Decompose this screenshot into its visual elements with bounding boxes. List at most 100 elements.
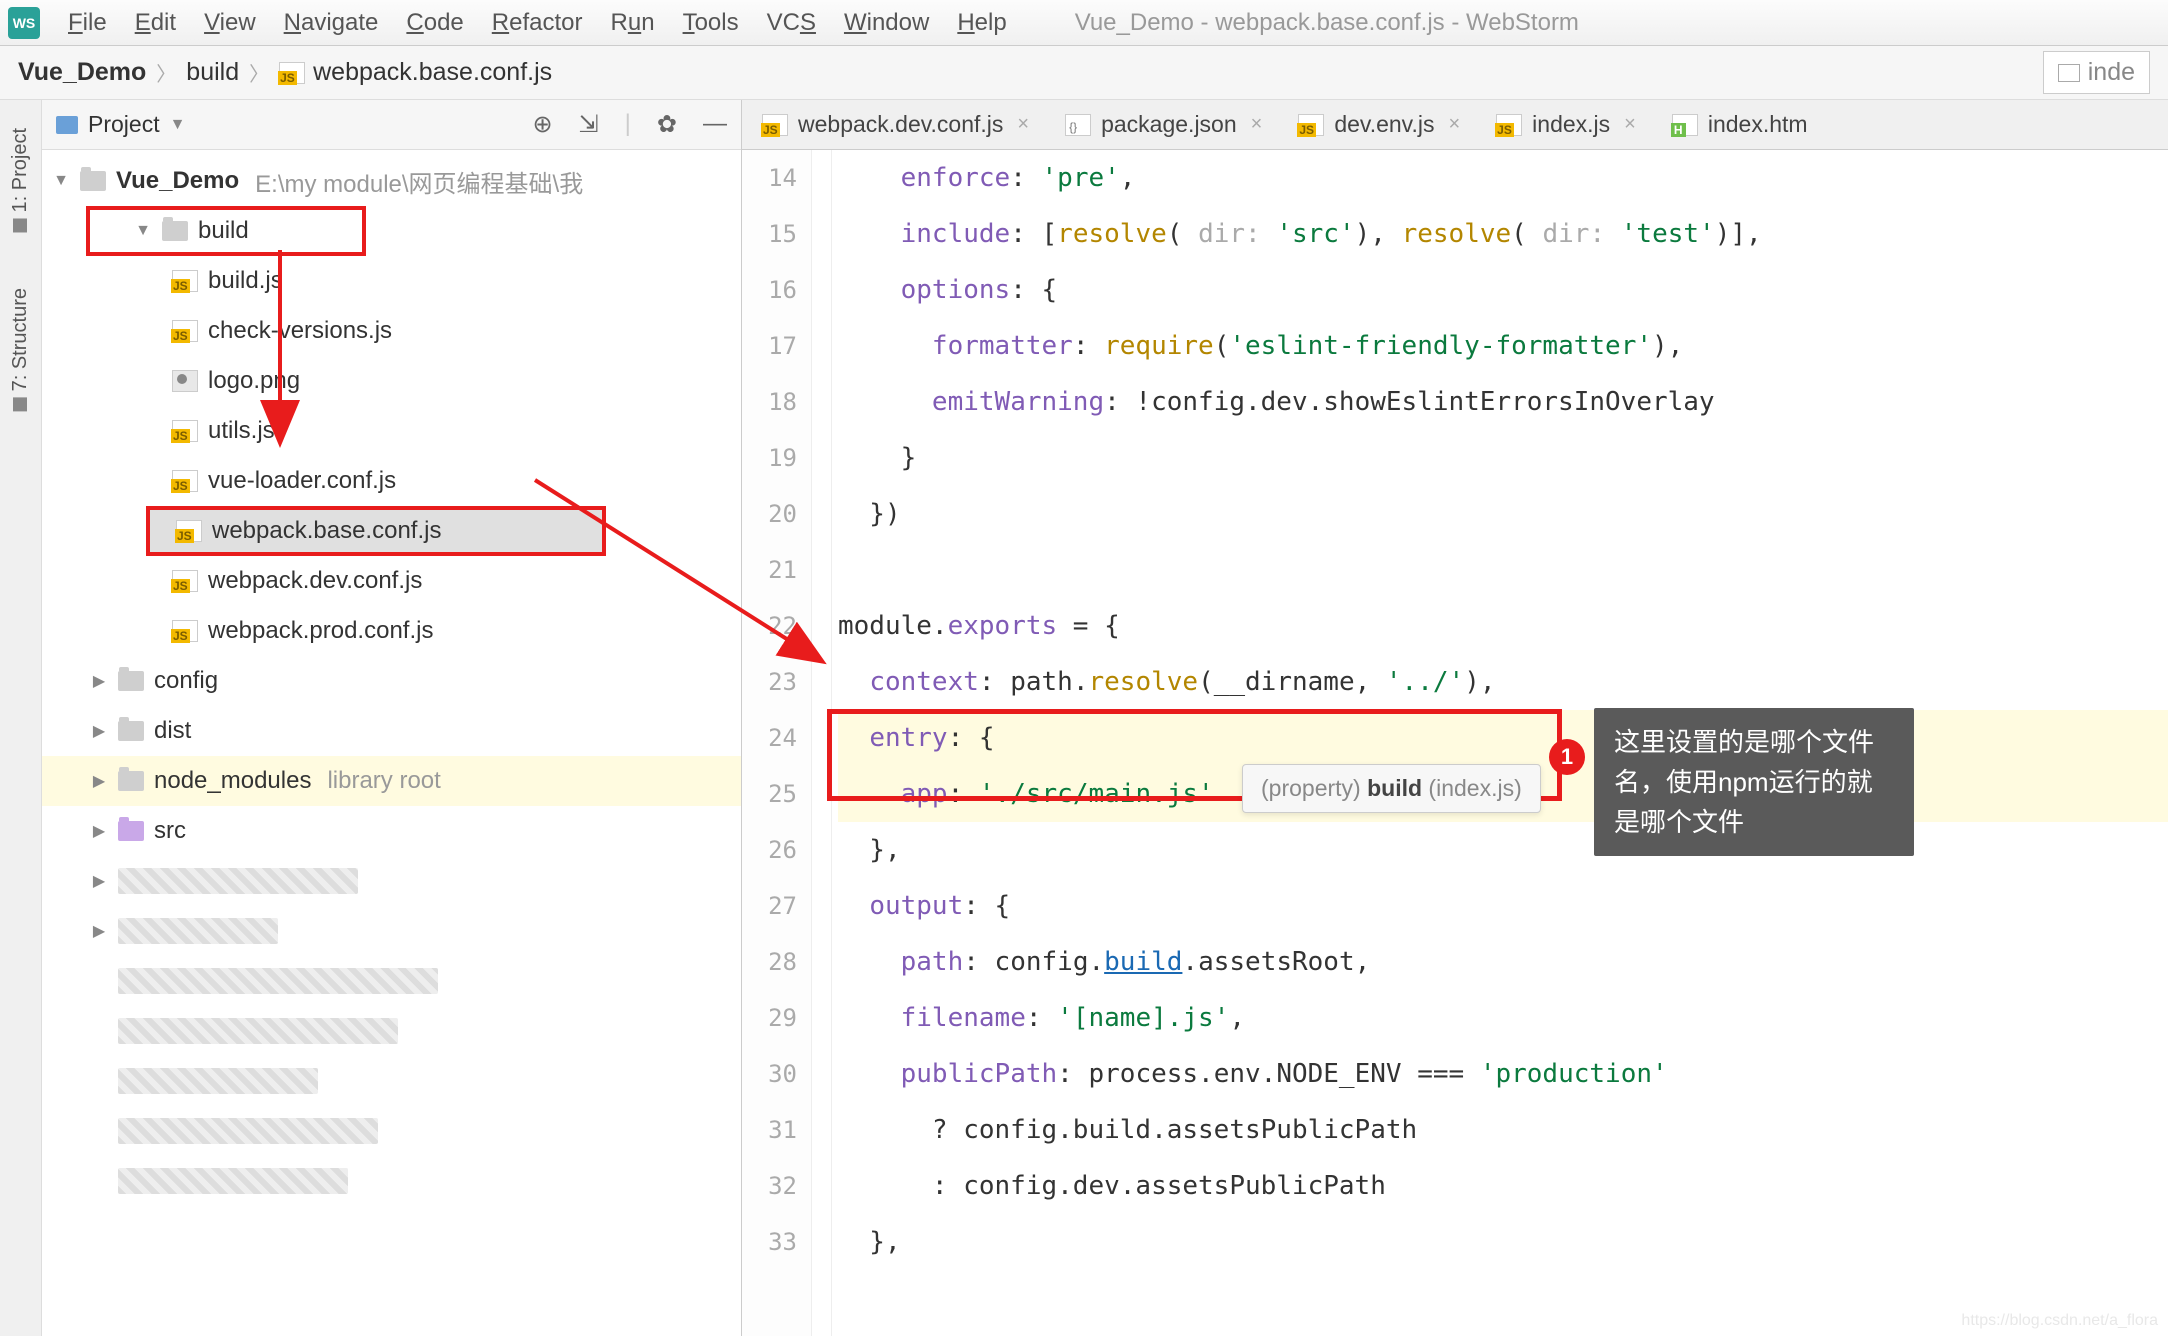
expand-arrow-icon[interactable] [90, 771, 108, 791]
breadcrumb: Vue_Demo 〉 build 〉 webpack.base.conf.js … [0, 46, 2168, 100]
editor-tab[interactable]: package.json× [1055, 111, 1272, 138]
menu-window[interactable]: Window [844, 9, 929, 37]
toolwindow-project-tab[interactable]: 1: Project [5, 120, 36, 240]
tree-file[interactable]: check-versions.js [42, 306, 741, 356]
tab-label: dev.env.js [1334, 111, 1434, 138]
project-tree[interactable]: Vue_Demo E:\my module\网页编程基础\我 build bui… [42, 150, 741, 1206]
tree-hidden-row [42, 1156, 741, 1206]
js-file-icon [762, 114, 788, 136]
tree-node-modules-folder[interactable]: node_moduleslibrary root [42, 756, 741, 806]
expand-arrow-icon[interactable] [52, 172, 70, 190]
image-file-icon [172, 370, 198, 392]
annotation-badge: 1 [1549, 739, 1585, 775]
menu-navigate[interactable]: Navigate [284, 9, 379, 37]
right-side-tab[interactable]: inde [2043, 51, 2150, 94]
close-icon[interactable]: × [1624, 113, 1636, 136]
minimize-icon[interactable]: — [703, 110, 727, 139]
watermark: https://blog.csdn.net/a_flora [1961, 1312, 2158, 1330]
expand-arrow-icon [90, 871, 108, 891]
editor-tab[interactable]: webpack.dev.conf.js× [752, 111, 1039, 138]
editor-tab[interactable]: index.js× [1486, 111, 1646, 138]
toolwindow-structure-label: 7: Structure [9, 288, 32, 391]
expand-arrow-icon[interactable] [90, 671, 108, 691]
expand-arrow-icon[interactable] [90, 821, 108, 841]
tree-file[interactable]: webpack.prod.conf.js [42, 606, 741, 656]
js-file-icon [1496, 114, 1522, 136]
toolwindow-structure-tab[interactable]: 7: Structure [5, 280, 36, 419]
menu-view[interactable]: View [204, 9, 256, 37]
close-icon[interactable]: × [1017, 113, 1029, 136]
tree-dist-folder[interactable]: dist [42, 706, 741, 756]
menu-code[interactable]: Code [406, 9, 463, 37]
tree-file[interactable]: webpack.dev.conf.js [42, 556, 741, 606]
menu-bar: File Edit View Navigate Code Refactor Ru… [0, 0, 2168, 46]
left-tool-strip: 1: Project 7: Structure [0, 100, 42, 1336]
js-file-icon [172, 570, 198, 592]
tree-folder-label: src [154, 817, 186, 845]
tree-file[interactable]: utils.js [42, 406, 741, 456]
tree-folder-label: dist [154, 717, 191, 745]
chevron-down-icon[interactable]: ▼ [170, 116, 186, 134]
folder-icon [118, 671, 144, 691]
tree-config-folder[interactable]: config [42, 656, 741, 706]
tree-root-path: E:\my module\网页编程基础\我 [255, 164, 583, 199]
tree-root[interactable]: Vue_Demo E:\my module\网页编程基础\我 [42, 156, 741, 206]
tree-file[interactable]: build.js [42, 256, 741, 306]
tree-hidden-row [42, 1056, 741, 1106]
tooltip-kind: (property) [1261, 775, 1361, 801]
fold-column[interactable] [812, 150, 832, 1336]
redacted-content [118, 868, 358, 894]
menu-vcs[interactable]: VCS [767, 9, 816, 37]
close-icon[interactable]: × [1448, 113, 1460, 136]
tree-file-label: vue-loader.conf.js [208, 467, 396, 495]
folder-icon [162, 221, 188, 241]
redacted-content [118, 1018, 398, 1044]
breadcrumb-build[interactable]: build [186, 58, 239, 87]
project-panel-title: Project [88, 111, 160, 138]
quick-doc-tooltip: (property) build (index.js) [1242, 764, 1541, 813]
webstorm-app-icon [8, 7, 40, 39]
tooltip-source: (index.js) [1428, 775, 1521, 801]
tree-file[interactable]: vue-loader.conf.js [42, 456, 741, 506]
expand-arrow-icon[interactable] [90, 721, 108, 741]
tree-file-label: utils.js [208, 417, 275, 445]
tree-file-selected[interactable]: webpack.base.conf.js [146, 506, 606, 556]
breadcrumb-file[interactable]: webpack.base.conf.js [279, 58, 552, 87]
tree-src-folder[interactable]: src [42, 806, 741, 856]
editor-body[interactable]: 1415161718192021222324252627282930313233… [742, 150, 2168, 1336]
tree-file-label: check-versions.js [208, 317, 392, 345]
tree-hidden-row [42, 906, 741, 956]
editor-tab[interactable]: dev.env.js × [1288, 111, 1470, 138]
tree-hidden-row [42, 1106, 741, 1156]
window-title: Vue_Demo - webpack.base.conf.js - WebSto… [1075, 9, 1579, 37]
expand-arrow-icon[interactable] [134, 222, 152, 240]
code-content[interactable]: enforce: 'pre', include: [resolve( dir: … [832, 150, 2168, 1336]
tree-file[interactable]: logo.png [42, 356, 741, 406]
menu-tools[interactable]: Tools [683, 9, 739, 37]
menu-refactor[interactable]: Refactor [492, 9, 583, 37]
tree-library-hint: library root [327, 767, 440, 795]
editor-tab-bar: webpack.dev.conf.js× package.json× dev.e… [742, 100, 2168, 150]
js-file-icon [279, 62, 305, 84]
menu-file[interactable]: File [68, 9, 107, 37]
menu-edit[interactable]: Edit [135, 9, 176, 37]
square-icon [14, 218, 28, 232]
locate-icon[interactable]: ⊕ [532, 110, 552, 139]
project-panel-header: Project ▼ ⊕ ⇲ | ✿ — [42, 100, 741, 150]
tree-build-folder[interactable]: build [86, 206, 366, 256]
redacted-content [118, 1168, 348, 1194]
tree-file-label: webpack.base.conf.js [212, 517, 441, 545]
gear-icon[interactable]: ✿ [657, 110, 677, 139]
tree-hidden-row [42, 856, 741, 906]
tree-folder-label: config [154, 667, 218, 695]
project-panel: Project ▼ ⊕ ⇲ | ✿ — Vue_Demo E:\my modul… [42, 100, 742, 1336]
menu-run[interactable]: Run [611, 9, 655, 37]
project-toolbar: ⊕ ⇲ | ✿ — [532, 110, 727, 139]
close-icon[interactable]: × [1251, 113, 1263, 136]
folder-icon [118, 721, 144, 741]
breadcrumb-root[interactable]: Vue_Demo [18, 58, 146, 87]
right-tab-label: inde [2088, 58, 2135, 87]
collapse-icon[interactable]: ⇲ [579, 110, 599, 139]
menu-help[interactable]: Help [957, 9, 1006, 37]
editor-tab[interactable]: index.htm [1662, 111, 1818, 138]
